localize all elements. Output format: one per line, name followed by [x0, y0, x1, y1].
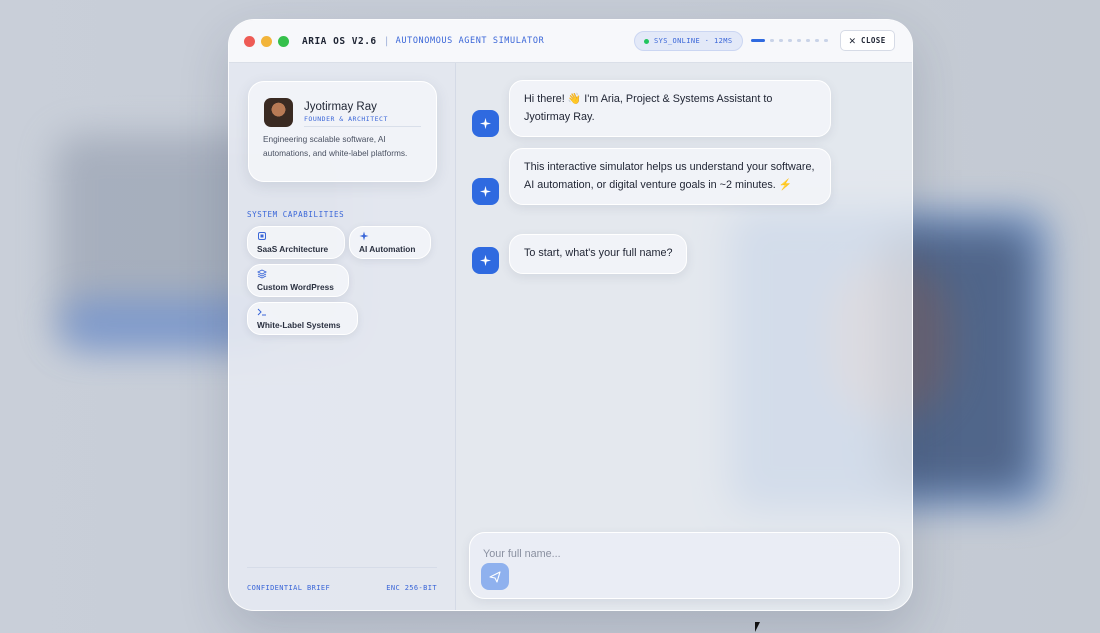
progress-indicator — [751, 39, 828, 42]
title-separator: | — [383, 35, 390, 47]
encryption-label: ENC 256-BIT — [386, 584, 437, 592]
progress-segment — [824, 39, 828, 42]
profile-divider — [304, 126, 421, 127]
capability-label: White-Label Systems — [257, 320, 341, 330]
title-bar: ARIA OS V2.6 | AUTONOMOUS AGENT SIMULATO… — [229, 20, 912, 63]
aria-bot-icon — [472, 178, 499, 205]
send-button[interactable] — [481, 563, 509, 590]
progress-segment — [788, 39, 792, 42]
app-name: ARIA OS V2.6 — [302, 35, 377, 47]
name-input[interactable] — [481, 542, 865, 566]
capability-chip-saas[interactable]: SaaS Architecture — [247, 226, 345, 259]
window-controls — [244, 35, 289, 47]
status-badge: SYS_ONLINE · 12MS — [634, 31, 744, 51]
close-label: CLOSE — [861, 36, 886, 45]
chat-message: This interactive simulator helps us unde… — [472, 148, 831, 205]
close-window-dot[interactable] — [244, 35, 255, 47]
chat-panel: Hi there! 👋 I'm Aria, Project & Systems … — [456, 63, 912, 610]
status-dot-icon — [644, 38, 649, 44]
maximize-window-dot[interactable] — [278, 35, 289, 47]
capability-chip-wordpress[interactable]: Custom WordPress — [247, 264, 349, 297]
chip-icon — [257, 231, 267, 241]
aria-bot-icon — [472, 246, 499, 274]
mouse-cursor — [755, 622, 760, 632]
message-bubble: This interactive simulator helps us unde… — [509, 148, 831, 205]
aria-bot-icon — [472, 110, 499, 137]
capability-chip-whitelabel[interactable]: White-Label Systems — [247, 302, 358, 335]
app-subtitle: AUTONOMOUS AGENT SIMULATOR — [395, 36, 545, 46]
message-bubble: Hi there! 👋 I'm Aria, Project & Systems … — [509, 80, 831, 137]
message-composer — [469, 532, 900, 599]
profile-role: FOUNDER & ARCHITECT — [304, 115, 388, 123]
profile-description: Engineering scalable software, AI automa… — [263, 134, 408, 158]
profile-card: Jyotirmay Ray FOUNDER & ARCHITECT Engine… — [248, 81, 437, 182]
progress-segment — [806, 39, 810, 42]
status-text: SYS_ONLINE · 12MS — [654, 37, 733, 45]
progress-segment — [797, 39, 801, 42]
close-button[interactable]: ✕ CLOSE — [840, 30, 895, 51]
progress-segment — [779, 39, 783, 42]
capability-chip-ai[interactable]: AI Automation — [349, 226, 431, 259]
layers-icon — [256, 269, 268, 279]
aria-window: ARIA OS V2.6 | AUTONOMOUS AGENT SIMULATO… — [228, 19, 913, 611]
profile-name: Jyotirmay Ray — [304, 101, 377, 113]
capability-label: AI Automation — [359, 244, 416, 254]
capability-label: Custom WordPress — [257, 282, 334, 292]
chat-message: To start, what's your full name? — [472, 234, 688, 274]
progress-segment — [770, 39, 774, 42]
progress-segment — [815, 39, 819, 42]
capability-label: SaaS Architecture — [257, 244, 329, 254]
sparkle-icon — [359, 231, 369, 241]
sidebar: Jyotirmay Ray FOUNDER & ARCHITECT Engine… — [229, 63, 456, 610]
close-icon: ✕ — [849, 34, 857, 47]
terminal-icon — [257, 307, 267, 317]
avatar — [264, 98, 293, 127]
progress-segment — [751, 39, 765, 42]
send-icon — [489, 570, 501, 583]
chat-message: Hi there! 👋 I'm Aria, Project & Systems … — [472, 80, 831, 137]
capabilities-title: SYSTEM CAPABILITIES — [247, 210, 345, 219]
confidential-label: CONFIDENTIAL BRIEF — [247, 584, 331, 592]
sidebar-divider — [247, 567, 437, 568]
minimize-window-dot[interactable] — [261, 35, 272, 47]
message-bubble: To start, what's your full name? — [509, 234, 688, 274]
